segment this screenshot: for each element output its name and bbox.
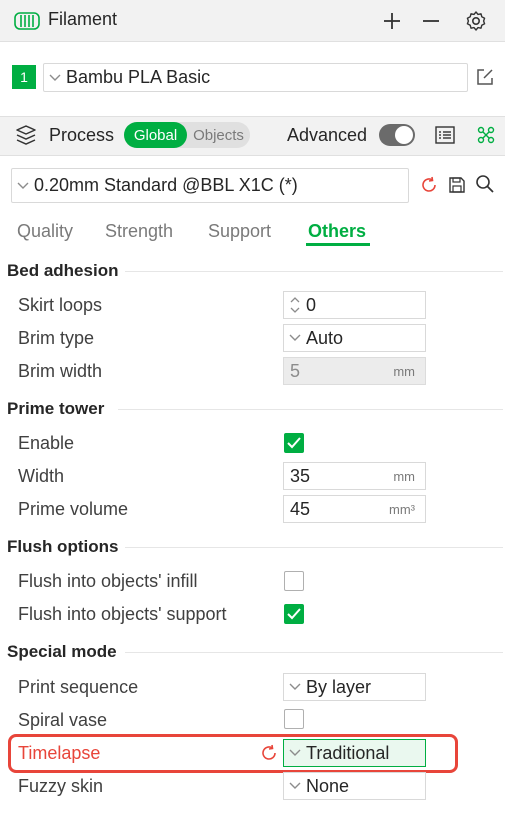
brim-width-field: 5 mm bbox=[283, 357, 426, 385]
timelapse-label: Timelapse bbox=[18, 743, 101, 763]
advanced-label: Advanced bbox=[287, 125, 368, 145]
flush-support-checkbox[interactable] bbox=[284, 604, 304, 624]
checkmark-icon bbox=[287, 608, 301, 620]
filament-header: Filament bbox=[0, 0, 505, 42]
brim-width-value: 5 bbox=[290, 360, 301, 381]
flush-infill-label: Flush into objects' infill bbox=[18, 571, 198, 591]
tab-others[interactable]: Others bbox=[308, 221, 366, 242]
enable-label: Enable bbox=[18, 433, 75, 453]
minus-icon[interactable] bbox=[419, 9, 443, 33]
skirt-loops-value: 0 bbox=[306, 294, 317, 315]
divider bbox=[125, 271, 503, 272]
process-layers-icon bbox=[15, 125, 37, 150]
tab-quality[interactable]: Quality bbox=[17, 221, 73, 242]
scope-global-option[interactable]: Global bbox=[124, 122, 187, 148]
chevron-down-icon bbox=[284, 334, 306, 342]
section-flush-options: Flush options bbox=[7, 537, 119, 556]
scope-objects-option[interactable]: Objects bbox=[187, 122, 250, 148]
flush-infill-checkbox[interactable] bbox=[284, 571, 304, 591]
fuzzy-skin-label: Fuzzy skin bbox=[18, 776, 104, 796]
checkmark-icon bbox=[287, 437, 301, 449]
chevron-down-icon bbox=[284, 749, 306, 757]
prime-volume-unit: mm³ bbox=[389, 501, 415, 517]
filament-title: Filament bbox=[48, 9, 118, 29]
chevron-down-icon bbox=[284, 782, 306, 790]
filament-spool-icon bbox=[14, 11, 40, 36]
width-field[interactable]: 35 mm bbox=[283, 462, 426, 490]
tab-strength[interactable]: Strength bbox=[105, 221, 173, 242]
print-sequence-dropdown[interactable]: By layer bbox=[283, 673, 426, 701]
tab-active-indicator bbox=[306, 243, 370, 246]
brim-width-label: Brim width bbox=[18, 361, 103, 381]
chevron-down-icon bbox=[44, 74, 66, 82]
enable-checkbox[interactable] bbox=[284, 433, 304, 453]
brim-width-unit: mm bbox=[393, 363, 415, 379]
skirt-loops-field[interactable]: 0 bbox=[283, 291, 426, 319]
divider bbox=[125, 547, 503, 548]
process-preset-value: 0.20mm Standard @BBL X1C (*) bbox=[34, 175, 298, 195]
compare-settings-icon[interactable] bbox=[475, 124, 497, 146]
timelapse-value: Traditional bbox=[306, 742, 390, 763]
reset-icon[interactable] bbox=[419, 174, 439, 196]
process-title: Process bbox=[49, 125, 115, 145]
reset-icon[interactable] bbox=[259, 742, 279, 764]
width-value: 35 bbox=[290, 465, 311, 486]
divider bbox=[118, 409, 503, 410]
width-unit: mm bbox=[393, 468, 415, 484]
print-sequence-value: By layer bbox=[306, 676, 372, 697]
scope-segmented-control[interactable]: Global Objects bbox=[124, 122, 250, 148]
skirt-loops-label: Skirt loops bbox=[18, 295, 103, 315]
filament-slot-badge: 1 bbox=[12, 65, 36, 89]
save-icon[interactable] bbox=[447, 174, 467, 196]
edit-icon[interactable] bbox=[474, 66, 496, 88]
print-sequence-label: Print sequence bbox=[18, 677, 139, 697]
stepper-arrows-icon[interactable] bbox=[284, 296, 302, 314]
width-label: Width bbox=[18, 466, 65, 486]
search-icon[interactable] bbox=[474, 173, 496, 195]
gear-icon[interactable] bbox=[464, 9, 488, 33]
process-preset-dropdown[interactable]: 0.20mm Standard @BBL X1C (*) bbox=[11, 168, 409, 203]
advanced-toggle[interactable] bbox=[379, 124, 415, 146]
chevron-down-icon bbox=[12, 182, 34, 190]
prime-volume-field[interactable]: 45 mm³ bbox=[283, 495, 426, 523]
brim-type-value: Auto bbox=[306, 327, 344, 348]
toggle-knob bbox=[395, 126, 413, 144]
section-prime-tower: Prime tower bbox=[7, 399, 105, 418]
fuzzy-skin-value: None bbox=[306, 775, 350, 796]
flush-support-label: Flush into objects' support bbox=[18, 604, 227, 624]
list-view-icon[interactable] bbox=[433, 124, 457, 146]
section-special-mode: Special mode bbox=[7, 642, 117, 661]
divider bbox=[125, 652, 503, 653]
timelapse-dropdown[interactable]: Traditional bbox=[283, 739, 426, 767]
section-bed-adhesion: Bed adhesion bbox=[7, 261, 119, 280]
plus-icon[interactable] bbox=[380, 9, 404, 33]
tab-support[interactable]: Support bbox=[208, 221, 271, 242]
spiral-vase-label: Spiral vase bbox=[18, 710, 108, 730]
brim-type-dropdown[interactable]: Auto bbox=[283, 324, 426, 352]
spiral-vase-checkbox[interactable] bbox=[284, 709, 304, 729]
brim-type-label: Brim type bbox=[18, 328, 95, 348]
fuzzy-skin-dropdown[interactable]: None bbox=[283, 772, 426, 800]
prime-volume-label: Prime volume bbox=[18, 499, 129, 519]
filament-preset-value: Bambu PLA Basic bbox=[66, 67, 211, 87]
prime-volume-value: 45 bbox=[290, 498, 311, 519]
filament-preset-dropdown[interactable]: Bambu PLA Basic bbox=[43, 63, 468, 92]
chevron-down-icon bbox=[284, 683, 306, 691]
